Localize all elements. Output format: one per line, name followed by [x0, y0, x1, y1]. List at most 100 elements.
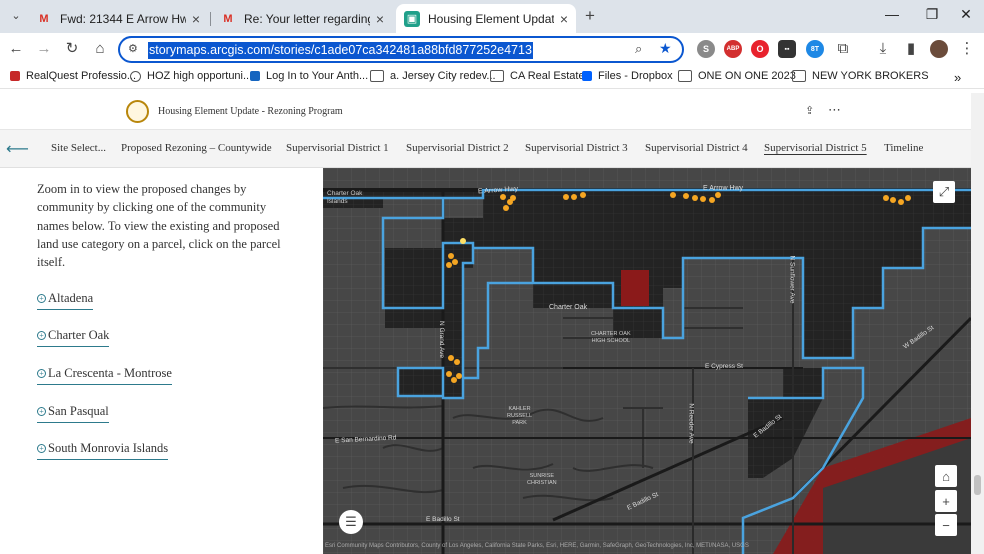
expand-icon: + — [37, 369, 46, 378]
gmail-icon: M — [223, 12, 233, 25]
close-icon[interactable]: × — [560, 11, 568, 27]
nav-district-5[interactable]: Supervisorial District 5 — [764, 142, 867, 154]
expand-icon: + — [37, 294, 46, 303]
gmail-icon: M — [39, 12, 49, 25]
close-icon[interactable]: × — [192, 11, 200, 27]
intro-text: Zoom in to view the proposed changes by … — [37, 182, 281, 270]
reload-icon[interactable]: ↻ — [62, 39, 82, 59]
fullscreen-button[interactable]: ⤢ — [933, 181, 955, 203]
community-link-charter-oak[interactable]: + Charter Oak — [37, 328, 110, 347]
rezoning-area-grand[interactable] — [398, 368, 443, 396]
window-close-icon[interactable]: ✕ — [946, 6, 984, 23]
folder-icon — [678, 70, 692, 82]
road-label-sunflower-ave: N Sunflower Ave — [788, 255, 796, 304]
adblock-icon[interactable]: ABP — [724, 40, 742, 58]
nav-district-3[interactable]: Supervisorial District 3 — [525, 142, 628, 154]
home-extent-button[interactable]: ⌂ — [935, 465, 957, 487]
dropbox-icon — [582, 71, 592, 81]
zoom-out-button[interactable]: − — [935, 514, 957, 536]
road-label-badillo-bottom: E Badillo St — [426, 516, 460, 523]
new-tab-icon[interactable]: + — [580, 6, 600, 26]
place-label-charter-oak-islands: Charter Oak Islands — [327, 190, 363, 205]
expand-icon: + — [37, 407, 46, 416]
extension-8t-icon[interactable]: 8T — [806, 40, 824, 58]
scrollbar-thumb[interactable] — [974, 475, 981, 495]
tab-title: Fwd: 21344 E Arrow Hwy, Covin — [60, 11, 186, 26]
nav-district-4[interactable]: Supervisorial District 4 — [645, 142, 748, 154]
bookmark-folder[interactable]: NEW YORK BROKERS — [792, 70, 929, 82]
bookmark-folder[interactable]: CA Real Estate — [490, 70, 585, 82]
home-icon[interactable]: ⌂ — [90, 39, 110, 59]
nav-proposed-rezoning[interactable]: Proposed Rezoning – Countywide — [121, 142, 272, 154]
bookmark-item[interactable]: RealQuest Professio... — [10, 70, 136, 82]
extensions-puzzle-icon[interactable]: ⧉ — [833, 39, 853, 59]
skype-icon[interactable]: S — [697, 40, 715, 58]
nav-district-2[interactable]: Supervisorial District 2 — [406, 142, 509, 154]
legend-button[interactable]: ☰ — [339, 510, 363, 534]
nav-district-1[interactable]: Supervisorial District 1 — [286, 142, 389, 154]
sidebar-icon[interactable]: ▮ — [901, 39, 921, 59]
road-label-cypress-st: E Cypress St — [705, 363, 743, 370]
close-icon[interactable]: × — [376, 11, 384, 27]
county-seal-logo — [126, 100, 149, 123]
folder-icon — [370, 70, 384, 82]
bookmark-item[interactable]: Files - Dropbox — [582, 70, 673, 82]
nav-back-arrow-icon[interactable]: ⟵ — [6, 139, 29, 159]
site-settings-icon[interactable]: ⚙ — [128, 42, 138, 55]
story-header: Housing Element Update - Rezoning Progra… — [0, 93, 971, 130]
page-scrollbar[interactable] — [971, 93, 984, 554]
bookmark-item[interactable]: HOZ high opportuni... — [130, 70, 252, 82]
expand-icon: + — [37, 331, 46, 340]
road-label-arrow-hwy-east: E Arrow Hwy — [703, 185, 744, 192]
map-view[interactable]: E Arrow Hwy E Arrow Hwy Charter Oak Isla… — [323, 168, 971, 554]
forward-icon[interactable]: → — [34, 39, 54, 59]
tab-search-icon[interactable]: ⌄ — [6, 6, 26, 26]
share-icon[interactable]: ⇪ — [805, 104, 814, 117]
realquest-icon — [10, 71, 20, 81]
more-options-icon[interactable]: ⋯ — [828, 102, 841, 118]
tab-title: Re: Your letter regarding 21344 — [244, 11, 370, 26]
community-link-altadena[interactable]: + Altadena — [37, 291, 94, 310]
tab-title: Housing Element Update - Rezo — [428, 11, 554, 26]
download-icon[interactable]: ⤓ — [873, 39, 893, 59]
more-bookmarks-icon[interactable]: » — [954, 70, 961, 85]
minimize-icon[interactable]: — — [872, 6, 912, 22]
storymaps-icon: ▣ — [404, 10, 420, 27]
nav-timeline[interactable]: Timeline — [884, 142, 923, 154]
place-label-charter-oak: Charter Oak — [549, 304, 588, 311]
bookmark-star-icon[interactable]: ★ — [659, 40, 672, 57]
rezoning-parcel-red[interactable] — [621, 270, 649, 306]
browser-tab-active[interactable]: ▣ Housing Element Update - Rezo × — [396, 4, 576, 33]
zoom-in-button[interactable]: + — [935, 490, 957, 512]
browser-tab[interactable]: M Re: Your letter regarding 21344 × — [212, 4, 392, 33]
url-text[interactable]: storymaps.arcgis.com/stories/c1ade07ca34… — [148, 42, 533, 59]
opera-icon[interactable]: O — [751, 40, 769, 58]
place-label-sunrise-christian: SUNRISE CHRISTIAN — [527, 473, 557, 486]
browser-toolbar: ← → ↻ ⌂ ⚙ storymaps.arcgis.com/stories/c… — [0, 33, 984, 65]
address-bar[interactable]: ⚙ storymaps.arcgis.com/stories/c1ade07ca… — [118, 36, 684, 63]
extension-icon[interactable]: ▪▪ — [778, 40, 796, 58]
menu-dots-icon[interactable]: ⋮ — [957, 39, 977, 59]
globe-icon — [130, 70, 141, 82]
browser-tab[interactable]: M Fwd: 21344 E Arrow Hwy, Covin × — [28, 4, 208, 33]
folder-icon — [792, 70, 806, 82]
back-icon[interactable]: ← — [6, 39, 26, 59]
place-label-kahler-park: KAHLER RUSSELL PARK — [507, 406, 533, 426]
browser-tabbar: ⌄ M Fwd: 21344 E Arrow Hwy, Covin × M Re… — [0, 0, 984, 33]
map-attribution: Esri Community Maps Contributors, County… — [325, 543, 749, 549]
community-link-south-monrovia-islands[interactable]: + South Monrovia Islands — [37, 441, 169, 460]
bookmark-folder[interactable]: ONE ON ONE 2023 — [678, 70, 796, 82]
nav-site-selection[interactable]: Site Select... — [51, 142, 106, 154]
road-label-grand-ave: N Grand Ave — [438, 320, 446, 359]
community-link-san-pasqual[interactable]: + San Pasqual — [37, 404, 109, 423]
community-link-la-crescenta-montrose[interactable]: + La Crescenta - Montrose — [37, 366, 172, 385]
zoom-icon[interactable]: ⌕ — [635, 41, 642, 57]
story-navigation: ⟵ Site Select... Proposed Rezoning – Cou… — [0, 130, 971, 168]
place-label-school: CHARTER OAK HIGH SCHOOL — [591, 331, 631, 344]
bookmark-folder[interactable]: a. Jersey City redev... — [370, 70, 496, 82]
road-label-reeder-ave: N Reeder Ave — [687, 403, 695, 444]
bookmarks-bar: RealQuest Professio... HOZ high opportun… — [0, 65, 984, 89]
bookmark-item[interactable]: Log In to Your Anth... — [250, 70, 368, 82]
story-title: Housing Element Update - Rezoning Progra… — [158, 106, 343, 117]
profile-avatar[interactable] — [930, 40, 948, 58]
